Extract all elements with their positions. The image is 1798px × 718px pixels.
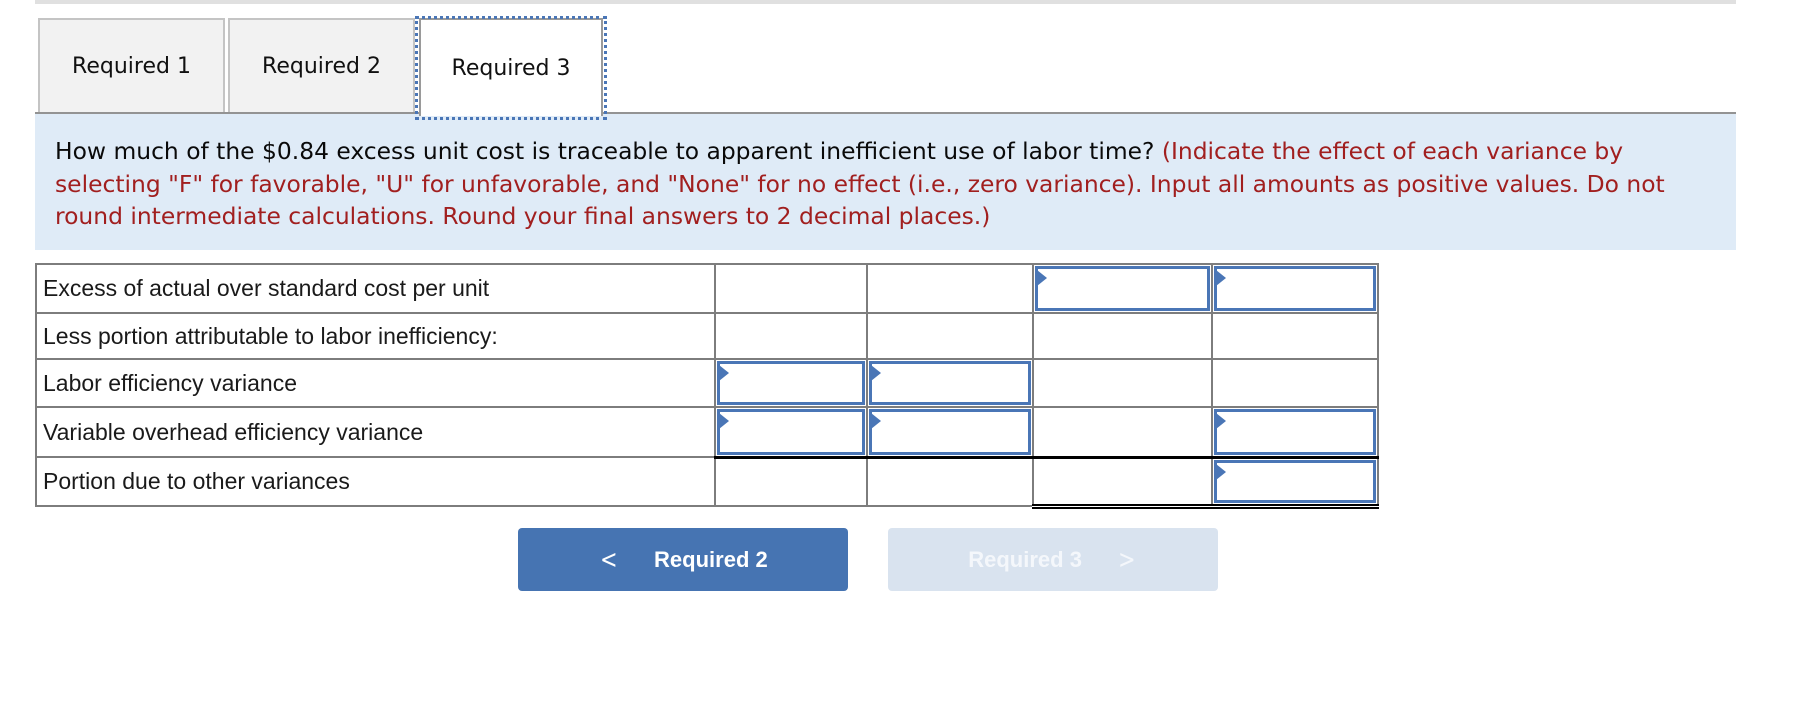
- empty-cell: [1211, 358, 1379, 408]
- row-label: Variable overhead efficiency variance: [35, 406, 716, 458]
- input-flag-icon: [1216, 413, 1226, 429]
- labor-efficiency-amount-input[interactable]: [717, 361, 865, 405]
- table-row: Portion due to other variances: [35, 455, 1379, 509]
- empty-cell: [714, 312, 868, 360]
- effect-cell: [1032, 263, 1213, 314]
- table-row: Variable overhead efficiency variance: [35, 406, 1379, 458]
- voh-efficiency-effect-select[interactable]: [869, 409, 1031, 455]
- table-row: Labor efficiency variance: [35, 358, 1379, 408]
- input-cell: [714, 406, 868, 458]
- labor-efficiency-effect-select[interactable]: [869, 361, 1031, 405]
- input-flag-icon: [871, 413, 881, 429]
- row-label: Less portion attributable to labor ineff…: [35, 312, 716, 360]
- empty-cell: [1032, 358, 1213, 408]
- input-flag-icon: [719, 413, 729, 429]
- input-flag-icon: [1216, 463, 1226, 480]
- chevron-left-icon: <: [600, 544, 618, 575]
- row-label: Excess of actual over standard cost per …: [35, 263, 716, 314]
- row-label: Portion due to other variances: [35, 456, 716, 507]
- voh-efficiency-amount-input[interactable]: [717, 409, 865, 455]
- empty-cell: [714, 263, 868, 314]
- table-row: Excess of actual over standard cost per …: [35, 263, 1379, 314]
- input-cell: [1211, 406, 1379, 458]
- row-label: Labor efficiency variance: [35, 358, 716, 408]
- chevron-right-icon: >: [1118, 544, 1136, 575]
- input-cell: [866, 358, 1034, 408]
- next-required-3-button[interactable]: Required 3 >: [888, 528, 1218, 591]
- next-button-label: Required 3: [968, 546, 1082, 572]
- question-panel: How much of the $0.84 excess unit cost i…: [35, 114, 1736, 250]
- prev-button-label: Required 2: [654, 546, 768, 572]
- empty-cell: [1032, 406, 1213, 458]
- tab-required-1[interactable]: Required 1: [38, 18, 225, 113]
- other-variances-input[interactable]: [1214, 459, 1376, 503]
- empty-cell: [866, 312, 1034, 360]
- input-flag-icon: [1037, 270, 1047, 286]
- input-cell: [714, 358, 868, 408]
- empty-cell: [714, 455, 868, 507]
- input-flag-icon: [1216, 270, 1226, 286]
- input-flag-icon: [719, 365, 729, 381]
- table-row: Less portion attributable to labor ineff…: [35, 312, 1379, 360]
- tab-required-2[interactable]: Required 2: [228, 18, 415, 113]
- tab-required-3[interactable]: Required 3: [415, 16, 607, 120]
- empty-cell: [1032, 455, 1213, 509]
- input-cell: [866, 406, 1034, 458]
- question-text: How much of the $0.84 excess unit cost i…: [55, 137, 1155, 165]
- labor-inefficiency-total-input[interactable]: [1214, 409, 1376, 455]
- excess-cost-amount-input[interactable]: [1035, 266, 1210, 311]
- effect-cell: [1211, 263, 1379, 314]
- empty-cell: [1032, 312, 1213, 360]
- excess-cost-effect-select[interactable]: [1214, 266, 1376, 311]
- empty-cell: [866, 263, 1034, 314]
- top-divider: [35, 0, 1736, 4]
- prev-required-2-button[interactable]: < Required 2: [518, 528, 848, 591]
- input-flag-icon: [871, 365, 881, 381]
- empty-cell: [866, 455, 1034, 507]
- tab-bar: Required 1 Required 2 Required 3: [35, 14, 1736, 120]
- answer-table: Excess of actual over standard cost per …: [35, 263, 1379, 509]
- input-cell: [1211, 455, 1379, 509]
- empty-cell: [1211, 312, 1379, 360]
